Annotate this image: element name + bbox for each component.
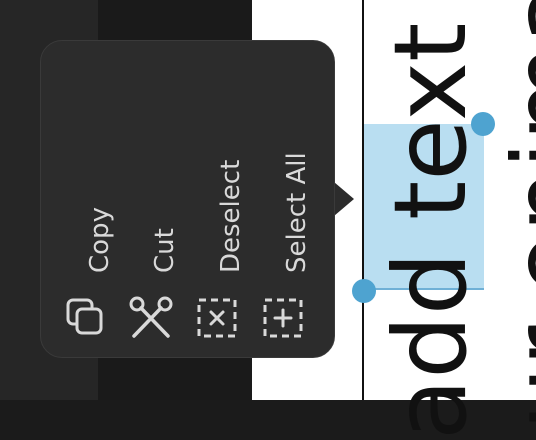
selection-start-handle[interactable] — [352, 279, 376, 303]
context-menu-pointer — [334, 182, 354, 216]
scissors-icon — [128, 295, 174, 341]
select-all-label: Select All — [282, 152, 312, 273]
document-text-line-1[interactable]: add text to — [372, 0, 489, 440]
copy-button[interactable]: Copy — [55, 45, 115, 345]
document-text-line-2[interactable]: ur onima — [491, 0, 536, 430]
copy-label: Copy — [85, 207, 115, 273]
selection-end-handle[interactable] — [471, 112, 495, 136]
cut-label: Cut — [150, 228, 180, 273]
deselect-label: Deselect — [216, 159, 246, 273]
deselect-button[interactable]: Deselect — [186, 45, 246, 345]
copy-icon — [63, 295, 109, 341]
deselect-icon — [194, 295, 240, 341]
select-all-icon — [260, 295, 306, 341]
cut-button[interactable]: Cut — [120, 45, 180, 345]
page-margin-line — [362, 0, 364, 400]
select-all-button[interactable]: Select All — [252, 45, 312, 345]
